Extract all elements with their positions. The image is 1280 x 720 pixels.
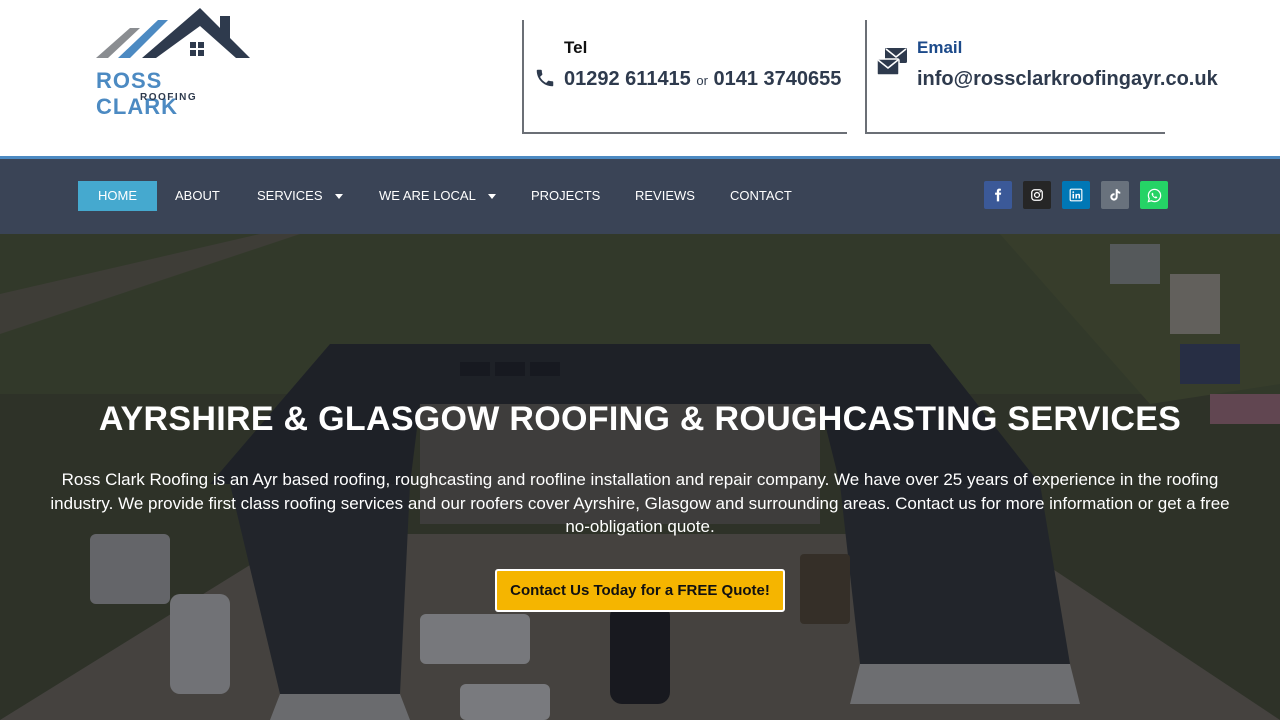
linkedin-icon[interactable]	[1062, 181, 1090, 209]
nav-item-home[interactable]: HOME	[78, 181, 157, 211]
logo-subtitle: ROOFING	[140, 92, 198, 103]
nav-item-label: SERVICES	[257, 188, 323, 203]
nav-item-label: PROJECTS	[531, 188, 601, 203]
email-title: Email	[917, 38, 963, 57]
nav-item-label: WE ARE LOCAL	[379, 188, 476, 203]
nav-item-label: CONTACT	[730, 188, 792, 203]
caret-down-icon	[334, 194, 343, 200]
caret-down-icon	[487, 194, 496, 200]
tel-number-secondary[interactable]: 0141 3740655	[714, 68, 842, 90]
site-header: ROSS CLARK ROOFING Tel 01292 611415 or 0…	[0, 0, 1280, 156]
nav-item-projects[interactable]: PROJECTS	[511, 181, 620, 211]
tiktok-icon[interactable]	[1101, 181, 1129, 209]
phone-icon	[536, 69, 554, 87]
hero-section: AYRSHIRE & GLASGOW ROOFING & ROUGHCASTIN…	[0, 234, 1280, 720]
nav-item-label: HOME	[98, 188, 137, 203]
tel-contact-box: Tel 01292 611415 or 0141 3740655	[522, 20, 847, 134]
nav-item-we-are-local[interactable]: WE ARE LOCAL	[359, 181, 516, 211]
nav-item-label: ABOUT	[175, 188, 220, 203]
nav-item-label: REVIEWS	[635, 188, 695, 203]
instagram-icon[interactable]	[1023, 181, 1051, 209]
logo-roof-mark	[96, 8, 250, 58]
tel-number-primary[interactable]: 01292 611415	[564, 68, 691, 90]
envelope-icon	[877, 48, 907, 76]
email-address[interactable]: info@rossclarkroofingayr.co.uk	[917, 64, 1218, 94]
nav-item-services[interactable]: SERVICES	[237, 181, 363, 211]
hero-title: AYRSHIRE & GLASGOW ROOFING & ROUGHCASTIN…	[98, 400, 1182, 438]
hero-description: Ross Clark Roofing is an Ayr based roofi…	[50, 470, 1230, 536]
tel-separator: or	[696, 73, 708, 88]
free-quote-button[interactable]: Contact Us Today for a FREE Quote!	[495, 569, 785, 612]
whatsapp-icon[interactable]	[1140, 181, 1168, 209]
email-contact-box: Email info@rossclarkroofingayr.co.uk	[865, 20, 1218, 134]
nav-item-about[interactable]: ABOUT	[155, 181, 240, 211]
site-logo[interactable]: ROSS CLARK ROOFING	[96, 6, 250, 119]
main-navigation: HOME ABOUT SERVICES WE ARE LOCAL PROJECT…	[0, 156, 1280, 234]
facebook-icon[interactable]	[984, 181, 1012, 209]
nav-item-reviews[interactable]: REVIEWS	[615, 181, 715, 211]
tel-numbers: 01292 611415 or 0141 3740655	[564, 64, 844, 96]
tel-title: Tel	[564, 38, 588, 57]
nav-item-contact[interactable]: CONTACT	[710, 181, 812, 211]
